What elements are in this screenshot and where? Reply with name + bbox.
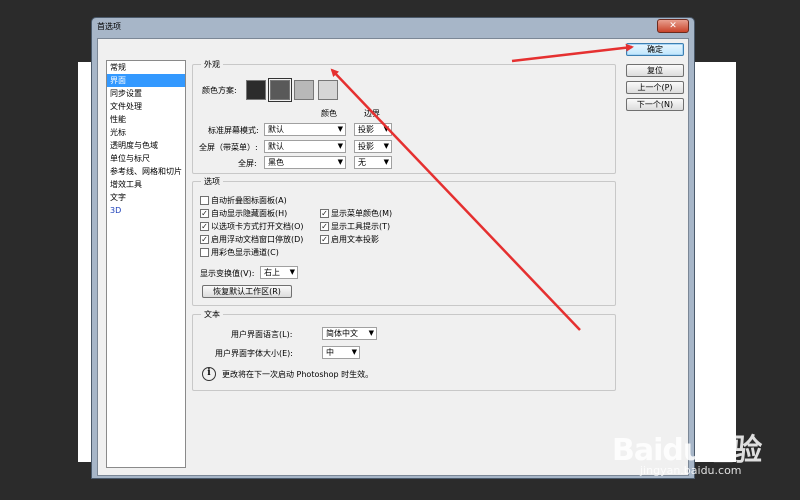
standard-mode-color-select[interactable]: 默认 ▼ — [264, 123, 346, 136]
transform-values-select[interactable]: 右上 ▼ — [260, 266, 298, 279]
category-list[interactable]: 常规 界面 同步设置 文件处理 性能 光标 透明度与色域 单位与标尺 参考线、网… — [106, 60, 186, 468]
nav-item-cursors[interactable]: 光标 — [107, 126, 185, 139]
chevron-down-icon: ▼ — [337, 142, 343, 150]
watermark-url: jingyan.baidu.com — [640, 464, 742, 477]
nav-item-plugins[interactable]: 增效工具 — [107, 178, 185, 191]
appearance-legend: 外观 — [204, 60, 220, 69]
nav-item-guides[interactable]: 参考线、网格和切片 — [107, 165, 185, 178]
checkbox-auto-show-hidden[interactable]: ✓ — [200, 209, 209, 218]
close-icon: ✕ — [669, 21, 677, 31]
color-swatch-4[interactable] — [318, 80, 338, 100]
reset-button[interactable]: 复位 — [626, 64, 684, 77]
standard-mode-border-select[interactable]: 投影 ▼ — [354, 123, 392, 136]
open-tabs-label: 以选项卡方式打开文档(O) — [211, 222, 304, 231]
title-bar[interactable]: 首选项 ✕ — [92, 18, 694, 37]
close-button[interactable]: ✕ — [657, 19, 689, 33]
nav-item-interface[interactable]: 界面 — [107, 74, 185, 87]
preferences-dialog: 首选项 ✕ 常规 界面 同步设置 文件处理 性能 光标 透明度与色域 单位与标尺… — [91, 17, 695, 479]
fullscreen-menu-label: 全屏（带菜单）: — [199, 143, 258, 152]
dialog-title: 首选项 — [97, 22, 121, 31]
color-swatch-3[interactable] — [294, 80, 314, 100]
column-border-header: 边界 — [364, 109, 380, 118]
appearance-group: 外观 — [192, 59, 616, 174]
checkbox-auto-collapse[interactable] — [200, 196, 209, 205]
next-button[interactable]: 下一个(N) — [626, 98, 684, 111]
previous-button[interactable]: 上一个(P) — [626, 81, 684, 94]
fullscreen-menu-border-select[interactable]: 投影 ▼ — [354, 140, 392, 153]
menu-colors-label: 显示菜单颜色(M) — [331, 209, 393, 218]
checkbox-menu-colors[interactable]: ✓ — [320, 209, 329, 218]
fullscreen-color-select[interactable]: 黑色 ▼ — [264, 156, 346, 169]
ui-language-label: 用户界面语言(L): — [231, 330, 293, 339]
info-icon: i — [202, 367, 216, 381]
nav-item-general[interactable]: 常规 — [107, 61, 185, 74]
column-color-header: 颜色 — [321, 109, 337, 118]
text-legend: 文本 — [204, 310, 220, 319]
transform-values-label: 显示变换值(V): — [200, 269, 255, 278]
nav-item-file-handling[interactable]: 文件处理 — [107, 100, 185, 113]
auto-show-hidden-label: 自动显示隐藏面板(H) — [211, 209, 288, 218]
checkbox-open-tabs[interactable]: ✓ — [200, 222, 209, 231]
chevron-down-icon: ▼ — [383, 158, 389, 166]
chevron-down-icon: ▼ — [337, 158, 343, 166]
tooltips-label: 显示工具提示(T) — [331, 222, 391, 231]
chevron-down-icon: ▼ — [383, 142, 389, 150]
ui-language-select[interactable]: 简体中文 ▼ — [322, 327, 377, 340]
checkbox-text-shadow[interactable]: ✓ — [320, 235, 329, 244]
checkbox-color-channels[interactable] — [200, 248, 209, 257]
ui-font-size-label: 用户界面字体大小(E): — [215, 349, 293, 358]
color-swatch-2[interactable] — [268, 78, 292, 102]
chevron-down-icon: ▼ — [351, 348, 357, 356]
chevron-down-icon: ▼ — [368, 329, 374, 337]
options-legend: 选项 — [204, 177, 220, 186]
nav-item-sync[interactable]: 同步设置 — [107, 87, 185, 100]
color-channels-label: 用彩色显示通道(C) — [211, 248, 279, 257]
text-shadow-label: 启用文本投影 — [331, 235, 379, 244]
fullscreen-menu-color-select[interactable]: 默认 ▼ — [264, 140, 346, 153]
floating-dock-label: 启用浮动文档窗口停放(D) — [211, 235, 304, 244]
nav-item-units[interactable]: 单位与标尺 — [107, 152, 185, 165]
chevron-down-icon: ▼ — [383, 125, 389, 133]
fullscreen-label: 全屏: — [238, 159, 257, 168]
standard-mode-label: 标准屏幕模式: — [208, 126, 259, 135]
chevron-down-icon: ▼ — [337, 125, 343, 133]
nav-item-3d[interactable]: 3D — [107, 204, 185, 217]
color-swatch-1[interactable] — [246, 80, 266, 100]
checkbox-floating-dock[interactable]: ✓ — [200, 235, 209, 244]
restore-workspace-button[interactable]: 恢复默认工作区(R) — [202, 285, 292, 298]
ui-font-size-select[interactable]: 中 ▼ — [322, 346, 360, 359]
fullscreen-border-select[interactable]: 无 ▼ — [354, 156, 392, 169]
restart-note: 更改将在下一次启动 Photoshop 时生效。 — [222, 370, 374, 379]
dialog-body: 常规 界面 同步设置 文件处理 性能 光标 透明度与色域 单位与标尺 参考线、网… — [97, 38, 689, 476]
nav-item-type[interactable]: 文字 — [107, 191, 185, 204]
nav-item-performance[interactable]: 性能 — [107, 113, 185, 126]
chevron-down-icon: ▼ — [289, 268, 295, 276]
checkbox-tooltips[interactable]: ✓ — [320, 222, 329, 231]
ok-button[interactable]: 确定 — [626, 43, 684, 56]
auto-collapse-label: 自动折叠图标面板(A) — [211, 196, 287, 205]
watermark-brand: Baidu经验 — [612, 433, 762, 468]
color-scheme-label: 颜色方案: — [202, 86, 237, 95]
nav-item-transparency[interactable]: 透明度与色域 — [107, 139, 185, 152]
